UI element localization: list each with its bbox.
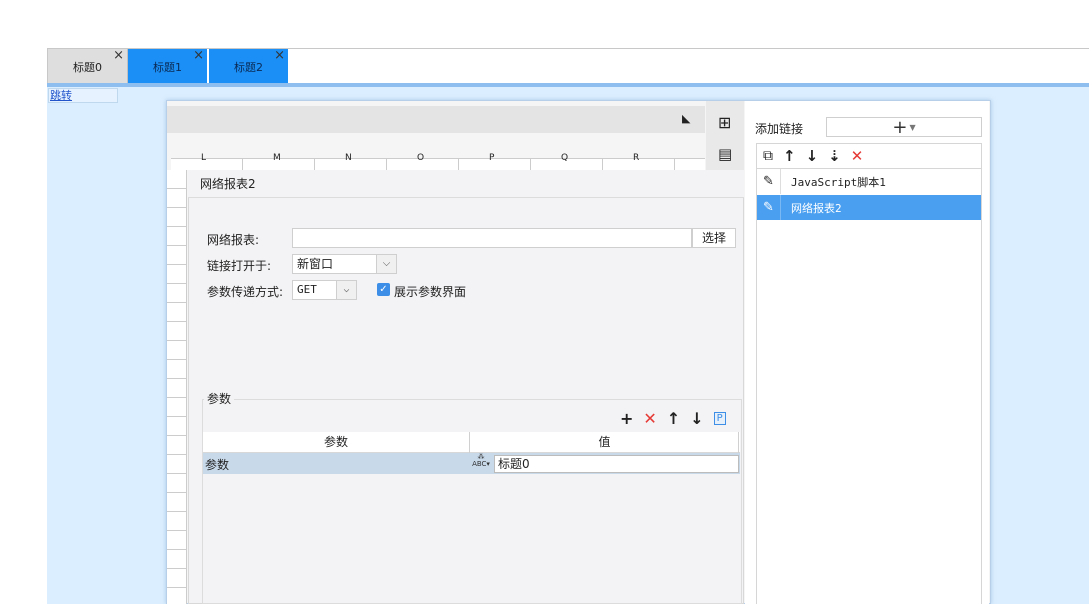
cell-attribute-icon[interactable]: ⊞ bbox=[718, 113, 731, 132]
tab-label: 标题0 bbox=[73, 60, 102, 74]
arrow-up-icon[interactable]: ↑ bbox=[783, 147, 796, 165]
plus-icon: + bbox=[892, 116, 908, 138]
tab-title2[interactable]: 标题2 × bbox=[209, 49, 289, 84]
column-header-o: O bbox=[417, 153, 425, 163]
report-input[interactable] bbox=[292, 228, 692, 248]
pencil-icon: ✎ bbox=[757, 195, 781, 220]
column-header-q: Q bbox=[561, 153, 569, 163]
choose-button[interactable]: 选择 bbox=[692, 228, 736, 248]
corner-icon[interactable]: ◣ bbox=[682, 112, 690, 125]
close-icon[interactable]: × bbox=[113, 49, 124, 62]
cell-info-icon[interactable]: ▤ bbox=[718, 145, 732, 163]
sheet-column-headers: L M N O P Q R bbox=[171, 153, 705, 171]
method-select[interactable]: GET ⌵ bbox=[292, 280, 357, 300]
param-value-cell[interactable]: 标题0 bbox=[494, 455, 739, 473]
panel-title: 网络报表2 bbox=[188, 170, 744, 198]
copy-icon[interactable]: ⧉ bbox=[763, 148, 773, 164]
column-header-l: L bbox=[201, 153, 207, 163]
method-value: GET bbox=[297, 283, 317, 296]
open-in-label: 链接打开于: bbox=[207, 259, 272, 273]
delete-icon[interactable]: ✕ bbox=[643, 409, 656, 428]
column-header-value: 值 bbox=[471, 432, 739, 453]
list-item-label: 网络报表2 bbox=[791, 201, 842, 215]
parameter-icon[interactable]: P bbox=[713, 411, 726, 425]
open-in-select[interactable]: 新窗口 ⌵ bbox=[292, 254, 397, 274]
chevron-down-icon: ⌵ bbox=[336, 281, 356, 299]
show-params-checkbox[interactable]: ✓ bbox=[377, 283, 390, 296]
list-item-selected[interactable]: ✎ 网络报表2 bbox=[757, 195, 981, 220]
add-link-label: 添加链接 bbox=[755, 122, 804, 136]
param-toolbar: + ✕ ↑ ↓ P bbox=[620, 408, 726, 428]
params-group bbox=[202, 399, 742, 604]
column-header-n: N bbox=[345, 153, 352, 163]
add-icon[interactable]: + bbox=[620, 409, 633, 428]
sort-icon[interactable]: ⇣ bbox=[828, 147, 841, 165]
arrow-up-icon[interactable]: ↑ bbox=[667, 409, 680, 428]
link-toolbar: ⧉ ↑ ↓ ⇣ ✕ bbox=[756, 143, 982, 169]
column-header-m: M bbox=[273, 153, 281, 163]
tab-title0[interactable]: 标题0 × bbox=[48, 49, 128, 84]
column-header-param: 参数 bbox=[203, 432, 470, 453]
add-link-button[interactable]: + ▼ bbox=[826, 116, 982, 138]
side-toolbar: ⊞ ▤ bbox=[706, 101, 744, 171]
pencil-icon: ✎ bbox=[757, 169, 781, 194]
close-icon[interactable]: × bbox=[193, 49, 204, 62]
sheet-row-headers bbox=[167, 170, 187, 604]
param-name-cell[interactable]: 参数 bbox=[205, 456, 229, 473]
jump-link[interactable]: 跳转 bbox=[48, 88, 118, 103]
param-table-header: 参数 值 bbox=[203, 432, 740, 453]
chevron-down-icon: ⌵ bbox=[376, 255, 396, 273]
close-icon[interactable]: × bbox=[274, 49, 285, 62]
show-params-label: 展示参数界面 bbox=[394, 285, 467, 299]
delete-icon[interactable]: ✕ bbox=[851, 147, 864, 165]
report-label: 网络报表: bbox=[207, 233, 260, 247]
arrow-down-icon[interactable]: ↓ bbox=[690, 409, 703, 428]
method-label: 参数传递方式: bbox=[207, 285, 284, 299]
sheet-toolbar: ◣ bbox=[167, 106, 705, 133]
link-list bbox=[756, 169, 982, 604]
params-section-title: 参数 bbox=[204, 390, 235, 407]
column-header-r: R bbox=[633, 153, 640, 163]
formula-type-icon[interactable]: ⁂ ABC▾ bbox=[471, 454, 491, 473]
tab-label: 标题2 bbox=[234, 60, 263, 74]
dropdown-caret-icon: ▼ bbox=[909, 122, 916, 132]
tab-label: 标题1 bbox=[153, 60, 182, 74]
tab-bar: 标题0 × 标题1 × 标题2 × bbox=[47, 48, 1089, 84]
arrow-down-icon[interactable]: ↓ bbox=[806, 147, 819, 165]
list-item-label: JavaScript脚本1 bbox=[791, 175, 886, 189]
open-in-value: 新窗口 bbox=[297, 257, 334, 271]
list-item[interactable]: ✎ JavaScript脚本1 bbox=[757, 169, 981, 194]
tab-title1[interactable]: 标题1 × bbox=[128, 49, 208, 84]
column-header-p: P bbox=[489, 153, 495, 163]
